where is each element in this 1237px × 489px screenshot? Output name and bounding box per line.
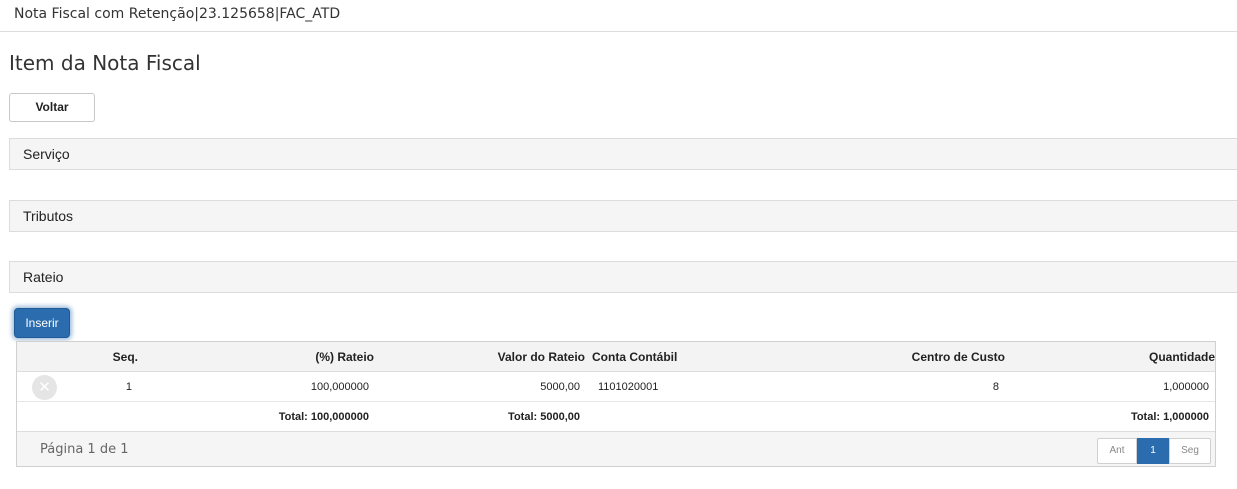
column-header-seq[interactable]: Seq. [113, 350, 138, 364]
cell-conta-contabil: 1101020001 [598, 381, 659, 393]
section-servico-label: Serviço [23, 146, 70, 162]
column-header-conta-contabil[interactable]: Conta Contábil [592, 350, 677, 364]
next-page-button[interactable]: Seg [1169, 438, 1211, 464]
section-servico[interactable]: Serviço [9, 138, 1237, 170]
cell-seq: 1 [125, 381, 132, 393]
totals-row: Total: 100,000000 Total: 5000,00 Total: … [17, 402, 1215, 432]
pagination-controls: Ant 1 Seg [1097, 438, 1211, 464]
page-title: Item da Nota Fiscal [9, 51, 201, 75]
insert-button[interactable]: Inserir [14, 308, 70, 338]
section-rateio-label: Rateio [23, 269, 64, 285]
column-header-valor-rateio[interactable]: Valor do Rateio [498, 350, 585, 364]
rateio-grid: Seq. (%) Rateio Valor do Rateio Conta Co… [16, 341, 1216, 467]
cell-valor-rateio: 5000,00 [540, 381, 580, 393]
table-row[interactable]: ✕ 1 100,000000 5000,00 1101020001 8 1,00… [17, 372, 1215, 402]
cell-pct-rateio: 100,000000 [310, 381, 369, 393]
column-header-pct-rateio[interactable]: (%) Rateio [315, 350, 374, 364]
total-pct-rateio: Total: 100,000000 [278, 411, 369, 423]
total-quantidade: Total: 1,000000 [1130, 411, 1209, 423]
section-rateio[interactable]: Rateio [9, 261, 1237, 293]
top-bar: Nota Fiscal com Retenção|23.125658|FAC_A… [0, 0, 1237, 32]
section-tributos[interactable]: Tributos [9, 200, 1237, 232]
window-title: Nota Fiscal com Retenção|23.125658|FAC_A… [14, 6, 341, 22]
page-1-button[interactable]: 1 [1137, 438, 1169, 464]
close-icon[interactable]: ✕ [32, 375, 57, 400]
column-header-centro-custo[interactable]: Centro de Custo [912, 350, 1005, 364]
back-button[interactable]: Voltar [9, 93, 95, 122]
pagination-info: Página 1 de 1 [40, 442, 129, 457]
grid-header: Seq. (%) Rateio Valor do Rateio Conta Co… [17, 342, 1215, 372]
section-tributos-label: Tributos [23, 208, 74, 224]
column-header-quantidade[interactable]: Quantidade [1149, 350, 1215, 364]
cell-centro-custo: 8 [992, 381, 999, 393]
pagination-bar: Página 1 de 1 Ant 1 Seg [17, 432, 1215, 466]
previous-page-button[interactable]: Ant [1097, 438, 1137, 464]
cell-quantidade: 1,000000 [1163, 381, 1209, 393]
total-valor-rateio: Total: 5000,00 [508, 411, 580, 423]
